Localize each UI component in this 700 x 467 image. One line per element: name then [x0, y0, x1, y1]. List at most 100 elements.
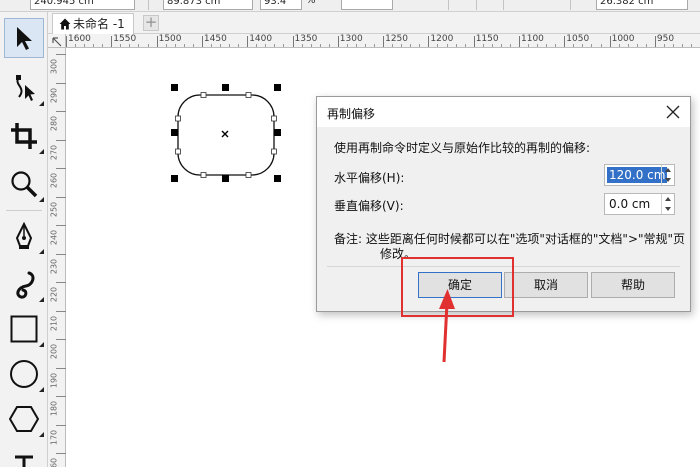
scale-field[interactable]: 93.4	[260, 0, 302, 10]
ruler-label: 160	[49, 457, 59, 467]
selection-handle	[171, 84, 178, 91]
document-tab-bar: 未命名 -1 +	[48, 12, 700, 34]
scale-unit: %	[306, 0, 316, 6]
ruler-minor-tick	[93, 44, 95, 47]
add-tab-button[interactable]: +	[143, 15, 159, 31]
x-position-field[interactable]: 240.945 cm	[30, 0, 135, 10]
selection-handle	[274, 129, 281, 136]
ruler-major-tick	[609, 36, 611, 47]
horizontal-offset-stepper[interactable]	[661, 165, 674, 185]
ruler-minor-tick	[283, 44, 285, 47]
pick-tool-icon[interactable]	[4, 18, 44, 58]
ruler-minor-tick	[220, 44, 222, 47]
ruler-minor-tick	[691, 44, 693, 47]
ruler-label: 210	[49, 315, 59, 331]
ruler-major-tick	[56, 168, 66, 169]
close-button[interactable]	[662, 101, 684, 123]
ruler-label: 300	[49, 58, 59, 75]
ruler-minor-tick	[663, 44, 665, 47]
horizontal-offset-label: 水平偏移(H):	[334, 171, 405, 185]
y-position-field[interactable]: 89.873 cm	[163, 0, 253, 10]
ruler-minor-tick	[319, 44, 321, 47]
document-tab[interactable]: 未命名 -1	[52, 13, 134, 34]
ruler-minor-tick	[673, 44, 675, 47]
shape-node	[200, 92, 207, 98]
ruler-major-tick	[654, 36, 656, 47]
zoom-tool-icon[interactable]	[4, 164, 44, 204]
ruler-major-tick	[56, 196, 66, 198]
shape-node	[175, 148, 181, 155]
rectangle-tool-icon[interactable]	[4, 309, 44, 349]
horizontal-offset-value: 120.0 cm	[607, 167, 668, 183]
pen-tool-icon[interactable]	[4, 216, 44, 256]
ruler-major-tick	[56, 253, 66, 255]
ruler-major-tick	[564, 36, 566, 47]
ruler-label: 1200	[430, 34, 454, 44]
dialog-titlebar: 再制偏移	[317, 97, 690, 127]
flyout-indicator	[39, 197, 44, 202]
ellipse-tool-icon[interactable]	[4, 354, 44, 394]
ruler-minor-tick	[174, 44, 176, 47]
ruler-minor-tick	[437, 44, 439, 47]
ruler-major-tick	[56, 282, 66, 283]
scale-field-2[interactable]	[341, 0, 393, 10]
outline-width-field[interactable]: 26.382 cm	[596, 0, 688, 10]
ruler-major-tick	[156, 36, 158, 47]
ruler-label: 1550	[113, 34, 137, 44]
vertical-offset-stepper[interactable]	[661, 194, 674, 214]
selection-handle	[171, 129, 178, 136]
flyout-indicator	[39, 342, 44, 347]
ruler-major-tick	[383, 36, 385, 47]
ruler-origin-corner[interactable]	[48, 34, 66, 48]
ruler-major-tick	[56, 54, 66, 55]
artistic-media-icon[interactable]	[4, 264, 44, 304]
horizontal-offset-input[interactable]: 120.0 cm	[604, 164, 675, 186]
ruler-minor-tick	[537, 44, 539, 47]
flyout-indicator	[39, 297, 44, 302]
ruler-major-tick	[56, 111, 66, 112]
ruler-label: 1450	[203, 34, 227, 44]
selection-handle	[222, 84, 229, 91]
polygon-tool-icon[interactable]	[4, 399, 44, 439]
center-marker	[221, 130, 229, 138]
app-window: 240.945 cm 89.873 cm 93.4 % 26.382 cm 未命…	[0, 0, 700, 467]
ruler-label: 170	[49, 429, 59, 445]
ruler-minor-tick	[627, 44, 629, 47]
divider	[503, 0, 504, 10]
ruler-major-tick	[56, 139, 66, 141]
selection-handle	[222, 175, 229, 182]
text-tool-icon[interactable]	[4, 449, 44, 467]
shape-node	[200, 172, 207, 178]
ruler-label: 220	[49, 286, 59, 303]
help-button[interactable]: 帮助	[591, 272, 675, 298]
ruler-minor-tick	[509, 44, 511, 47]
ruler-minor-tick	[555, 44, 557, 47]
cancel-button[interactable]: 取消	[504, 272, 588, 298]
ruler-major-tick	[56, 453, 66, 454]
ruler-label: 1300	[339, 34, 363, 44]
dialog-title: 再制偏移	[327, 107, 376, 121]
ruler-label: 950	[656, 34, 675, 44]
shape-node	[271, 148, 277, 155]
ruler-major-tick	[66, 36, 67, 47]
ruler-minor-tick	[210, 44, 212, 47]
vertical-offset-input[interactable]: 0.0 cm	[604, 193, 675, 215]
shape-tool-icon[interactable]	[4, 68, 44, 108]
annotation-arrow	[439, 289, 455, 363]
ruler-label: 260	[49, 172, 59, 189]
ruler-label: 1350	[294, 34, 318, 44]
ruler-major-tick	[111, 36, 113, 47]
ruler-major-tick	[201, 36, 203, 47]
ruler-minor-tick	[645, 44, 647, 47]
ruler-label: 280	[49, 115, 59, 132]
ruler-major-tick	[337, 36, 339, 47]
crop-tool-icon[interactable]	[4, 116, 44, 156]
vertical-offset-value: 0.0 cm	[609, 197, 651, 211]
ruler-minor-tick	[374, 44, 376, 47]
ruler-minor-tick	[410, 44, 412, 47]
ruler-label: 1600	[68, 34, 91, 44]
ruler-minor-tick	[346, 44, 348, 47]
ruler-label: 1150	[475, 34, 499, 44]
ruler-label: 200	[49, 343, 59, 360]
ruler-minor-tick	[455, 44, 457, 47]
